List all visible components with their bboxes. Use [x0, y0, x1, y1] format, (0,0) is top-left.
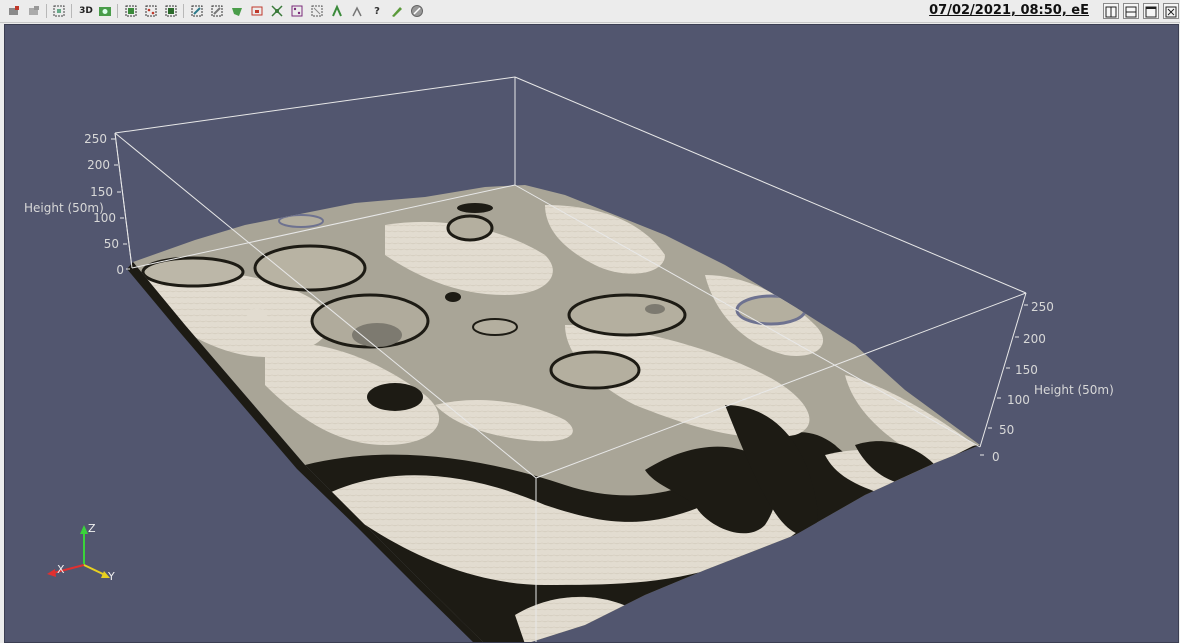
maximize-button[interactable]: [1143, 3, 1159, 19]
orientation-y-label: Y: [107, 570, 115, 583]
zoom-to-box-icon[interactable]: [51, 3, 67, 19]
split-horizontal-button[interactable]: [1103, 3, 1119, 19]
select-points-polygon-icon[interactable]: [229, 3, 245, 19]
terrain-surface: [127, 185, 980, 642]
render-view[interactable]: 250 200 150 100 50 0 Height (50m) 250 20…: [4, 24, 1179, 643]
hover-cells-icon[interactable]: [309, 3, 325, 19]
edit-annotation-icon[interactable]: [389, 3, 405, 19]
left-height-axis: 250 200 150 100 50 0 Height (50m): [24, 132, 133, 277]
3d-toggle-button[interactable]: 3D: [78, 3, 94, 19]
query-button[interactable]: ?: [369, 3, 385, 19]
left-tick-0: 0: [116, 263, 124, 277]
terrain-scene: 250 200 150 100 50 0 Height (50m) 250 20…: [24, 76, 1114, 642]
right-tick-150: 150: [1015, 363, 1038, 377]
orientation-axes: Z X Y: [47, 522, 115, 583]
select-cells-on-icon[interactable]: [123, 3, 139, 19]
right-axis-title: Height (50m): [1034, 383, 1114, 397]
select-cells-polygon-icon[interactable]: [209, 3, 225, 19]
select-cells-through-icon[interactable]: [163, 3, 179, 19]
left-axis-title: Height (50m): [24, 201, 104, 215]
orientation-x-label: X: [57, 563, 65, 576]
zoom-to-data-icon[interactable]: [26, 3, 42, 19]
shrink-selection-icon[interactable]: [349, 3, 365, 19]
left-tick-200: 200: [87, 158, 110, 172]
right-tick-50: 50: [999, 423, 1014, 437]
left-tick-250: 250: [84, 132, 107, 146]
right-height-axis: 250 200 150 100 50 0 Height (50m): [980, 300, 1114, 464]
capture-screenshot-icon[interactable]: [97, 3, 113, 19]
right-tick-100: 100: [1007, 393, 1030, 407]
hover-points-icon[interactable]: [289, 3, 305, 19]
split-vertical-button[interactable]: [1123, 3, 1139, 19]
close-view-button[interactable]: [1163, 3, 1179, 19]
left-tick-150: 150: [90, 185, 113, 199]
left-tick-50: 50: [104, 237, 119, 251]
view-title: 07/02/2021, 08:50, eE: [929, 3, 1089, 18]
reset-camera-icon[interactable]: [6, 3, 22, 19]
right-tick-250: 250: [1031, 300, 1054, 314]
right-tick-200: 200: [1023, 332, 1046, 346]
orientation-z-label: Z: [88, 522, 96, 535]
interactive-select-cells-icon[interactable]: [249, 3, 265, 19]
view-toolbar: 3D ? 07/02/2021, 08:50, eE: [0, 0, 1180, 23]
select-points-through-icon[interactable]: [189, 3, 205, 19]
interactive-select-points-icon[interactable]: [269, 3, 285, 19]
right-tick-0: 0: [992, 450, 1000, 464]
clear-selection-icon[interactable]: [409, 3, 425, 19]
grow-selection-icon[interactable]: [329, 3, 345, 19]
select-points-on-icon[interactable]: [143, 3, 159, 19]
